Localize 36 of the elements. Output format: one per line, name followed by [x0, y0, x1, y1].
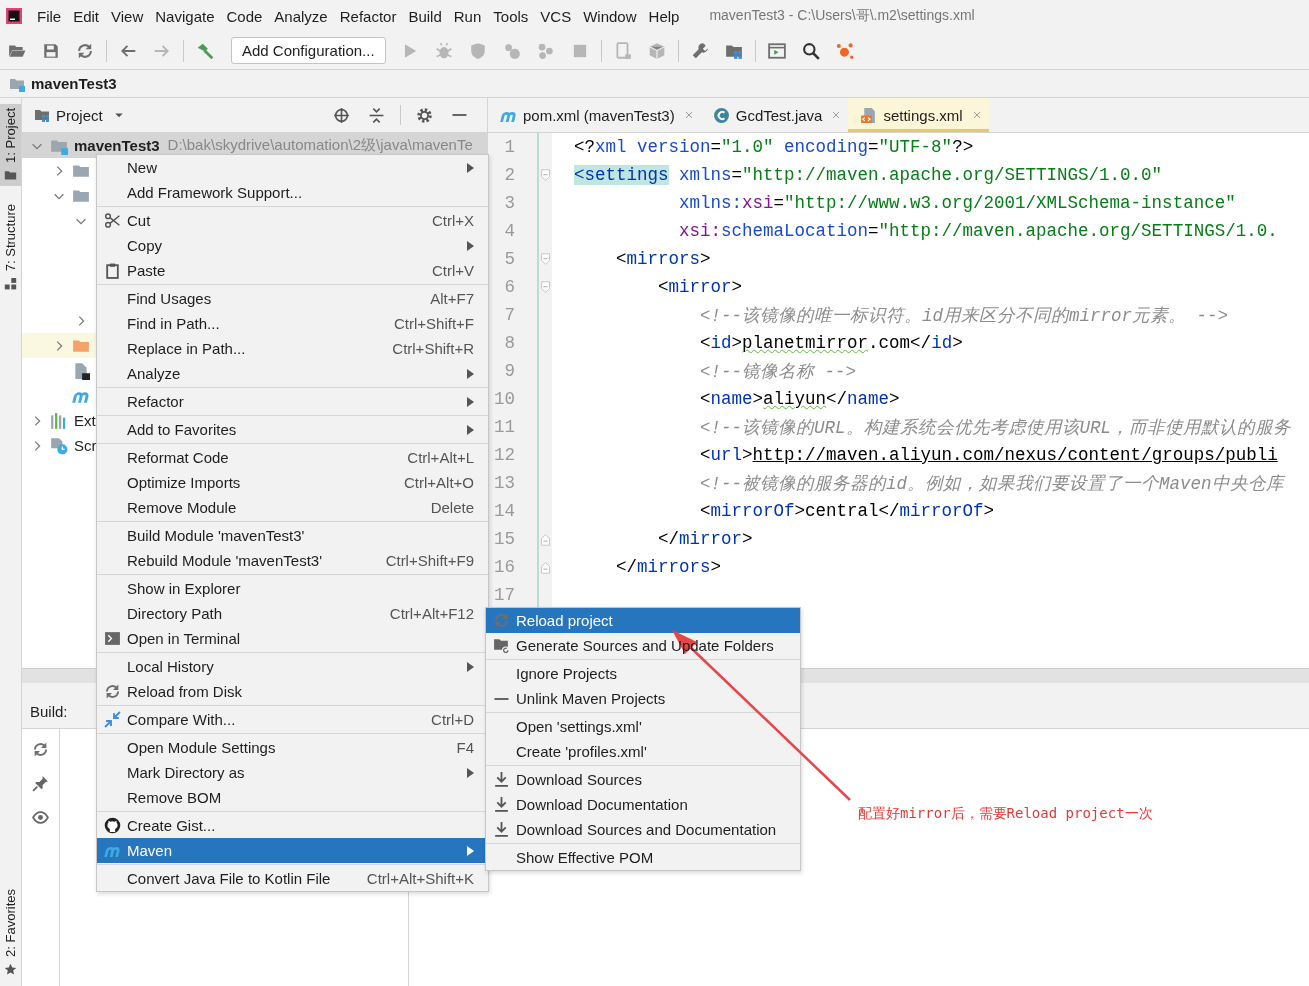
panel-title: Build:	[30, 703, 68, 720]
code-line: <!--该镜像的唯一标识符。id用来区分不同的mirror元素。 -->	[699, 305, 1229, 327]
code-line: </mirror>	[657, 529, 753, 549]
code-line: <?xml version="1.0" encoding="UTF-8"?>	[574, 137, 974, 157]
code-line: xsi:schemaLocation="http://maven.apache.org/SETTINGS/1.0.	[678, 221, 1278, 241]
code-line: <name>aliyun</name>	[699, 389, 900, 409]
code-line: <mirrorOf>central</mirrorOf>	[699, 501, 995, 521]
line-number: 6	[503, 277, 515, 297]
code-line: <url>http://maven.aliyun.com/nexus/content/groups/publi	[699, 445, 1278, 465]
line-number: 9	[503, 361, 515, 381]
annotation-text: 配置好mirror后，需要Reload project一次	[858, 805, 1153, 823]
code-line: <settings xmlns="http://maven.apache.org/SETTINGS/1.0.0"	[574, 165, 1163, 185]
line-number: 4	[503, 221, 515, 241]
line-number: 16	[493, 557, 515, 577]
code-line: <!--该镜像的URL。构建系统会优先考虑使用该URL，而非使用默认的服务	[699, 417, 1292, 439]
code-line: xmlns:xsi="http://www.w3.org/2001/XMLSchema-instance"	[678, 193, 1236, 213]
window-title: mavenTest3 - C:\Users\哥\.m2\settings.xml	[709, 7, 975, 25]
code-line: <!--被镜像的服务器的id。例如，如果我们要设置了一个Maven中央仓库	[699, 473, 1284, 495]
line-number: 1	[503, 137, 515, 157]
code-line: </mirrors>	[615, 557, 722, 577]
code-line: <mirror>	[657, 277, 743, 297]
line-number: 7	[503, 305, 515, 325]
line-number: 5	[503, 249, 515, 269]
line-number: 2	[503, 165, 515, 185]
line-number: 14	[493, 501, 515, 521]
line-number: 8	[503, 333, 515, 353]
line-number: 11	[493, 417, 515, 437]
line-number: 15	[493, 529, 515, 549]
line-number: 17	[493, 585, 515, 605]
line-number: 12	[493, 445, 515, 465]
code-line: <!--镜像名称 -->	[699, 361, 857, 383]
line-number: 10	[493, 389, 515, 409]
code-line: <mirrors>	[615, 249, 711, 269]
line-number: 3	[503, 193, 515, 213]
line-number: 13	[493, 473, 515, 493]
code-line: <id>planetmirror.com</id>	[699, 333, 963, 353]
